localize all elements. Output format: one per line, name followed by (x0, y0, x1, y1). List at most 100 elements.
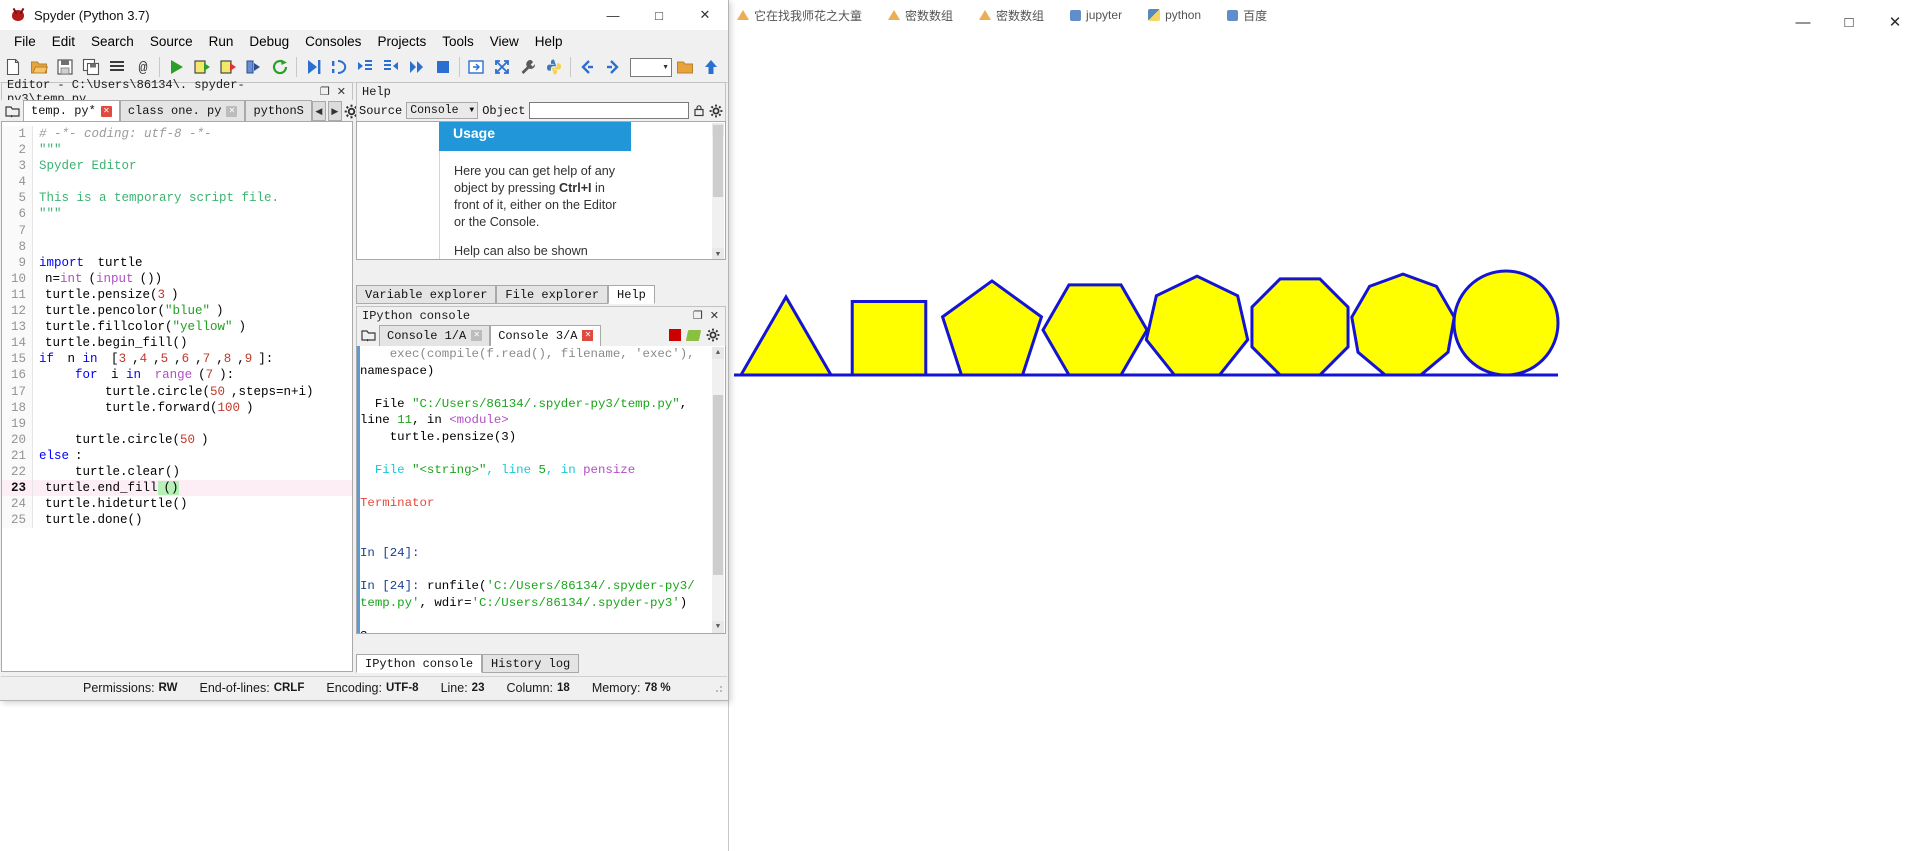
browser-tab-3[interactable]: jupyter (1070, 8, 1122, 22)
back-icon[interactable] (574, 54, 600, 80)
help-scroll-thumb[interactable] (713, 125, 723, 197)
code-line[interactable]: 6 """ (2, 206, 352, 223)
console-scroll-thumb[interactable] (713, 395, 723, 575)
help-options-gear-icon[interactable] (709, 104, 723, 118)
console-scroll-up-arrow[interactable]: ▲ (712, 347, 724, 359)
console-scroll-down-arrow[interactable]: ▼ (712, 621, 724, 633)
console-vertical-scrollbar[interactable]: ▲ ▼ (712, 347, 724, 633)
browser-tab-0[interactable]: 它在找我师花之大童 (737, 7, 862, 24)
editor-tab-prev-button[interactable]: ◀ (311, 101, 326, 121)
run-file-icon[interactable] (163, 54, 189, 80)
at-icon[interactable]: @ (130, 54, 156, 80)
new-file-icon[interactable] (0, 54, 26, 80)
code-line[interactable]: 14 turtle.begin_fill() (2, 335, 352, 352)
debug-file-icon[interactable] (300, 54, 326, 80)
console-gear-icon[interactable] (706, 328, 720, 342)
help-bottom-tab-1[interactable]: File explorer (496, 285, 609, 304)
maximize-pane-icon[interactable] (463, 54, 489, 80)
code-line[interactable]: 21 else: (2, 447, 352, 464)
editor-undock-button[interactable]: ❐ (320, 85, 330, 99)
run-cell-advance-icon[interactable] (215, 54, 241, 80)
help-scroll-down-arrow[interactable]: ▼ (712, 248, 724, 259)
editor-tab-0[interactable]: temp. py* ✕ (23, 100, 120, 121)
spyder-maximize-button[interactable]: □ (636, 0, 682, 30)
fullscreen-icon[interactable] (489, 54, 515, 80)
code-line[interactable]: 3 Spyder Editor (2, 158, 352, 175)
help-bottom-tab-0[interactable]: Variable explorer (356, 285, 497, 304)
debug-step-into-icon[interactable] (352, 54, 378, 80)
editor-tab-close-icon[interactable]: ✕ (100, 105, 112, 117)
browser-tab-5[interactable]: 百度 (1227, 7, 1267, 24)
code-line[interactable]: 9 import turtle (2, 254, 352, 271)
editor-close-button[interactable]: ✕ (337, 85, 346, 99)
code-line[interactable]: 1 # -*- coding: utf-8 -*- (2, 126, 352, 143)
browser-tab-4[interactable]: python (1148, 8, 1201, 22)
source-code[interactable]: 1 # -*- coding: utf-8 -*- 2 """ 3 Spyder Edit… (2, 122, 352, 529)
preferences-icon[interactable] (515, 54, 541, 80)
menu-search[interactable]: Search (83, 32, 142, 51)
run-selection-icon[interactable] (241, 54, 267, 80)
console-tab-close-icon[interactable]: ✕ (471, 330, 483, 341)
console-bottom-tab-1[interactable]: History log (482, 654, 580, 673)
code-line[interactable]: 4 (2, 174, 352, 191)
code-line[interactable]: 20 turtle.circle(50) (2, 431, 352, 448)
rerun-icon[interactable] (267, 54, 293, 80)
browse-dir-icon[interactable] (672, 54, 698, 80)
editor-tab-next-button[interactable]: ▶ (327, 101, 342, 121)
resize-grip[interactable] (712, 682, 724, 694)
spyder-close-button[interactable]: ✕ (682, 0, 728, 30)
code-line[interactable]: 16 for i in range (7): (2, 367, 352, 384)
code-line[interactable]: 13 turtle.fillcolor("yellow") (2, 319, 352, 336)
console-browse-tabs-icon[interactable] (357, 325, 379, 345)
editor-text-area[interactable]: 1 # -*- coding: utf-8 -*- 2 """ 3 Spyder Edit… (1, 122, 353, 672)
code-line[interactable]: 18 turtle.forward(100) (2, 399, 352, 416)
menu-debug[interactable]: Debug (241, 32, 297, 51)
debug-stop-icon[interactable] (430, 54, 456, 80)
menu-consoles[interactable]: Consoles (297, 32, 369, 51)
menu-projects[interactable]: Projects (369, 32, 434, 51)
menu-edit[interactable]: Edit (44, 32, 83, 51)
help-source-select[interactable]: Console ▼ (406, 102, 479, 119)
help-bottom-tab-2[interactable]: Help (608, 285, 655, 304)
menu-run[interactable]: Run (201, 32, 242, 51)
code-line[interactable]: 5 This is a temporary script file. (2, 190, 352, 207)
open-file-icon[interactable] (26, 54, 52, 80)
run-cell-icon[interactable] (189, 54, 215, 80)
save-all-icon[interactable] (78, 54, 104, 80)
debug-step-icon[interactable] (326, 54, 352, 80)
list-icon[interactable] (104, 54, 130, 80)
menu-file[interactable]: File (6, 32, 44, 51)
browser-tab-2[interactable]: 密数数组 (979, 7, 1044, 24)
console-bottom-tab-0[interactable]: IPython console (356, 654, 483, 673)
browser-tab-1[interactable]: 密数数组 (888, 7, 953, 24)
code-line[interactable]: 22 turtle.clear() (2, 463, 352, 481)
code-line[interactable]: 24 turtle.hideturtle() (2, 496, 352, 513)
code-line[interactable]: 2 """ (2, 142, 352, 159)
editor-tab-close-icon[interactable]: ✕ (226, 105, 238, 117)
help-object-input[interactable] (529, 102, 690, 119)
help-vertical-scrollbar[interactable]: ▲ ▼ (712, 123, 724, 259)
menu-view[interactable]: View (482, 32, 527, 51)
editor-tab-1[interactable]: class one. py ✕ (119, 100, 246, 121)
console-tab-0[interactable]: Console 1/A ✕ (379, 324, 491, 346)
menu-tools[interactable]: Tools (434, 32, 482, 51)
code-line[interactable]: 7 (2, 222, 352, 239)
console-output-area[interactable]: exec(compile(f.read(), filename, 'exec')… (356, 346, 726, 634)
stop-icon[interactable] (669, 329, 681, 341)
console-close-button[interactable]: ✕ (710, 309, 719, 323)
debug-continue-icon[interactable] (404, 54, 430, 80)
menu-help[interactable]: Help (527, 32, 571, 51)
code-line[interactable]: 23 turtle.end_fill() (2, 480, 352, 497)
forward-icon[interactable] (600, 54, 626, 80)
editor-tab-2[interactable]: pythonS (245, 100, 312, 121)
code-line[interactable]: 25 turtle.done() (2, 512, 352, 529)
working-directory-combo[interactable]: ▼ (630, 57, 672, 77)
console-undock-button[interactable]: ❐ (693, 309, 703, 323)
browse-tabs-icon[interactable] (1, 101, 23, 121)
console-tab-close-icon[interactable]: ✕ (582, 330, 594, 341)
eraser-icon[interactable] (685, 329, 702, 341)
debug-step-return-icon[interactable] (378, 54, 404, 80)
code-line[interactable]: 8 (2, 238, 352, 255)
menu-source[interactable]: Source (142, 32, 201, 51)
parent-dir-icon[interactable] (698, 54, 724, 80)
